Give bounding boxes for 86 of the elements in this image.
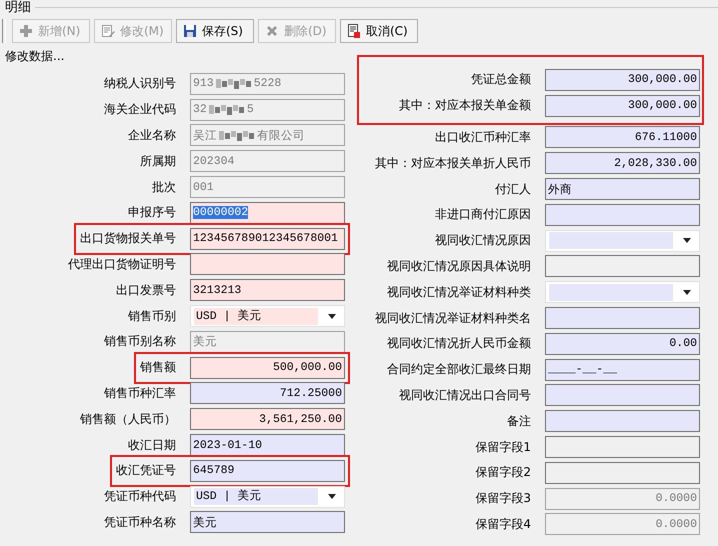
- field-label: 销售币别名称: [103, 333, 176, 350]
- field-label: 销售币别: [127, 308, 176, 325]
- dropdown-arrow-icon: [683, 238, 691, 244]
- field-label: 企业名称: [127, 126, 176, 144]
- field-label: 出口发票号: [115, 282, 176, 299]
- field-label: 纳税人识别号: [103, 75, 176, 92]
- field-label: 出口收汇币种汇率: [434, 128, 531, 146]
- field-label: 视同收汇情况举证材料种类: [386, 284, 531, 301]
- input-field[interactable]: 645789: [190, 460, 345, 482]
- input-field[interactable]: 500,000.00: [190, 356, 345, 379]
- field-label: 凭证总金额: [470, 71, 531, 88]
- field-label: 批次: [151, 178, 176, 196]
- input-field[interactable]: 2,028,330.00: [545, 152, 700, 174]
- field-label: 凭证币种名称: [103, 514, 176, 531]
- field-label: 申报序号: [127, 204, 176, 222]
- field-label: 合同约定全部收汇最终日期: [386, 361, 531, 378]
- dropdown-field[interactable]: USD | 美元: [190, 486, 345, 508]
- toolbar-button[interactable]: 取消(C): [340, 19, 418, 43]
- input-field[interactable]: 300,000.00: [545, 94, 700, 117]
- field-label: 代理出口货物证明号: [67, 256, 176, 273]
- field-label: 付汇人: [494, 180, 531, 198]
- toolbar-button[interactable]: 保存(S): [176, 19, 254, 43]
- field-value: 5: [246, 103, 254, 116]
- field-label: 销售币种汇率: [103, 384, 176, 402]
- input-field[interactable]: 3213213: [190, 279, 345, 302]
- field-value: 吴江: [193, 128, 217, 143]
- input-field[interactable]: [545, 255, 700, 278]
- field-label: 收汇日期: [127, 436, 176, 454]
- field-value: 5228: [254, 77, 282, 90]
- input-field[interactable]: [190, 253, 345, 276]
- field-label: 所属期: [139, 152, 176, 170]
- input-field[interactable]: 3,561,250.00: [190, 408, 345, 430]
- dropdown-arrow-icon: [328, 494, 336, 500]
- field-label: 视同收汇情况举证材料种类名: [374, 310, 531, 327]
- dropdown-field[interactable]: [545, 230, 700, 252]
- input-field[interactable]: 外商: [545, 178, 700, 200]
- field-value: 有限公司: [257, 128, 305, 143]
- field-label: 视同收汇情况原因具体说明: [386, 258, 531, 275]
- field-value: 913: [193, 77, 214, 90]
- input-field[interactable]: 676.11000: [545, 126, 700, 148]
- input-field[interactable]: 0.00: [545, 332, 700, 355]
- field-label: 出口货物报关单号: [80, 230, 176, 248]
- input-field[interactable]: 00000002: [190, 202, 345, 224]
- panel-title: 明细: [5, 0, 31, 15]
- dropdown-field[interactable]: USD | 美元: [190, 305, 345, 328]
- input-field[interactable]: ____-__-__: [545, 358, 700, 381]
- field-label: 保留字段1: [474, 438, 531, 456]
- input-field[interactable]: 2023-01-10: [190, 434, 345, 456]
- field-label: 海关企业代码: [103, 101, 176, 118]
- input-field[interactable]: [545, 410, 700, 432]
- field-label: 保留字段3: [474, 490, 531, 508]
- toolbar-grip: [2, 19, 6, 43]
- plus-icon: [19, 24, 33, 38]
- input-field[interactable]: 123456789012345678001: [190, 228, 345, 250]
- field-label: 保留字段4: [474, 516, 531, 533]
- field-label: 非进口商付汇原因: [434, 206, 531, 224]
- input-field[interactable]: [545, 436, 700, 458]
- input-field[interactable]: 300,000.00: [545, 68, 700, 91]
- field-label: 保留字段2: [474, 464, 531, 482]
- pencil-note-icon: [101, 24, 115, 38]
- input-field[interactable]: [545, 307, 700, 330]
- field-label: 备注: [506, 412, 531, 430]
- input-field[interactable]: 美元: [190, 511, 345, 534]
- input-field[interactable]: 712.25000: [190, 382, 345, 404]
- field-label: 收汇凭证号: [116, 462, 176, 480]
- field-label: 凭证币种代码: [103, 488, 176, 506]
- redaction-mosaic-icon: [219, 130, 255, 141]
- field-label: 视同收汇情况原因: [434, 232, 531, 250]
- redaction-mosaic-icon: [216, 78, 252, 90]
- dropdown-arrow-icon: [328, 314, 336, 319]
- field-label: 其中：对应本报关单金额: [398, 97, 531, 114]
- mode-label: 修改数据...: [4, 48, 66, 63]
- redaction-mosaic-icon: [208, 104, 245, 116]
- input-field[interactable]: [545, 204, 700, 226]
- field-label: 视同收汇情况出口合同号: [398, 386, 531, 404]
- dropdown-field[interactable]: [545, 281, 700, 304]
- document-icon: [347, 24, 361, 38]
- field-value: 32: [193, 103, 207, 116]
- field-label: 销售额（人民币）: [79, 410, 176, 428]
- field-label: 销售额: [140, 359, 176, 376]
- cross-icon: [265, 24, 279, 38]
- input-field[interactable]: [545, 384, 700, 406]
- field-label: 其中：对应本报关单折人民币: [374, 154, 531, 172]
- input-field[interactable]: [545, 462, 700, 484]
- field-label: 视同收汇情况折人民币金额: [386, 335, 531, 352]
- dropdown-arrow-icon: [683, 290, 691, 295]
